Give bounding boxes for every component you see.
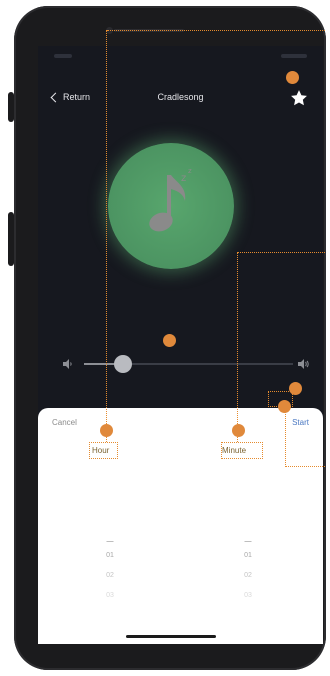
volume-high-icon (298, 359, 309, 369)
hour-option-empty[interactable]: — (90, 538, 130, 552)
hour-option[interactable]: 03 (90, 592, 130, 599)
home-indicator (126, 635, 216, 638)
minute-option-empty[interactable]: — (228, 538, 268, 552)
phone-frame: Return Cradlesong z z Cancel Start Hour … (14, 6, 326, 670)
top-bar: Return Cradlesong (38, 88, 323, 110)
app-screen: Return Cradlesong z z Cancel Start Hour … (38, 46, 323, 644)
minute-column-label: Minute (222, 446, 247, 455)
status-indicators (281, 54, 307, 58)
status-bar (38, 46, 323, 66)
volume-low-icon (63, 359, 72, 369)
minute-picker[interactable]: — 01 02 03 (228, 538, 268, 599)
status-time (54, 54, 72, 58)
page-title: Cradlesong (157, 92, 204, 102)
hour-picker[interactable]: — 01 02 03 (90, 538, 130, 599)
svg-text:z: z (188, 167, 192, 175)
minute-option[interactable]: 02 (228, 572, 268, 592)
timer-bottom-sheet: Cancel Start Hour Minute — 01 02 03 — 01… (38, 408, 323, 644)
volume-control (38, 352, 323, 376)
volume-slider-thumb[interactable] (114, 355, 132, 373)
earpiece-speaker (114, 29, 184, 32)
hour-option[interactable]: 01 (90, 552, 130, 572)
hour-column-label: Hour (92, 446, 110, 455)
phone-side-button (8, 212, 14, 266)
svg-text:z: z (181, 173, 186, 184)
start-button[interactable]: Start (292, 418, 309, 427)
front-camera (106, 27, 113, 34)
hour-option[interactable]: 02 (90, 572, 130, 592)
album-disc: z z (108, 143, 234, 269)
music-note-icon: z z (149, 167, 192, 232)
star-icon[interactable] (289, 88, 309, 108)
minute-option[interactable]: 03 (228, 592, 268, 599)
minute-option[interactable]: 01 (228, 552, 268, 572)
phone-side-button (8, 92, 14, 122)
cancel-button[interactable]: Cancel (52, 418, 77, 427)
